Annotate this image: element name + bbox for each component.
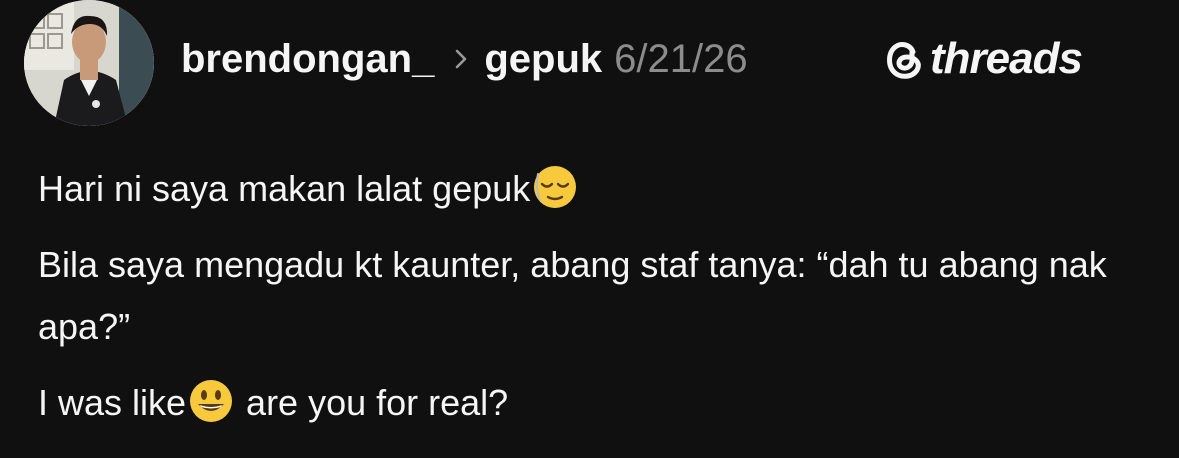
chevron-right-icon bbox=[456, 49, 467, 69]
threads-wordmark: threads bbox=[930, 34, 1083, 83]
community-link[interactable]: gepuk bbox=[484, 37, 602, 82]
relieved-face-emoji bbox=[534, 166, 577, 208]
threads-logo-icon bbox=[887, 42, 921, 79]
post-line-3: I was like are you for real? bbox=[38, 372, 1148, 434]
username-link[interactable]: brendongan_ bbox=[181, 37, 434, 82]
post-line-1: Hari ni saya makan lalat gepuk bbox=[38, 158, 1148, 220]
post-text-3a: I was like bbox=[38, 382, 187, 423]
post-text-3b: are you for real? bbox=[236, 382, 509, 423]
threads-brand: threads bbox=[882, 34, 1083, 84]
post-date: 6/21/26 bbox=[614, 36, 748, 81]
post-body: Hari ni saya makan lalat gepuk Bila saya… bbox=[38, 158, 1148, 448]
post-line-2: Bila saya mengadu kt kaunter, abang staf… bbox=[38, 244, 1107, 347]
post-text-1: Hari ni saya makan lalat gepuk bbox=[38, 168, 531, 209]
grinning-face-emoji bbox=[190, 380, 233, 422]
post-header: brendongan_ gepuk 6/21/26 bbox=[181, 34, 748, 84]
avatar[interactable] bbox=[24, 0, 154, 126]
